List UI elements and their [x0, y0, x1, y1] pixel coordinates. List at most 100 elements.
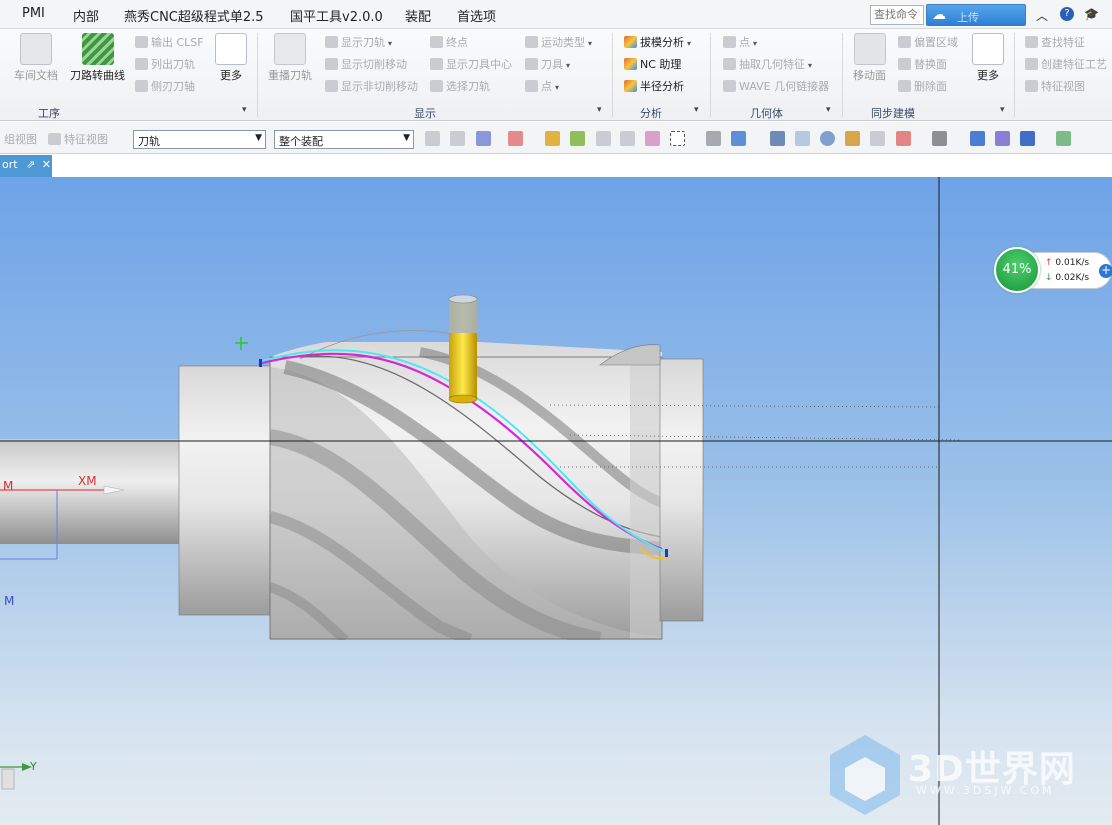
group-sync-label: 同步建模 [871, 107, 915, 120]
lathe-doc-label: 车间文档 [14, 69, 58, 82]
axis-label-xm: XM [78, 474, 97, 488]
memory-gauge[interactable]: 41% [994, 247, 1040, 293]
nc-assistant-icon [624, 58, 637, 70]
show-tool-center-button[interactable]: 显示刀具中心 [430, 56, 512, 72]
collapse-ribbon-icon[interactable]: ︿ [1036, 7, 1048, 24]
feature-view-button[interactable]: 特征视图 [1025, 78, 1085, 94]
radius-analysis-button[interactable]: 半径分析 [624, 78, 684, 94]
point-plus-icon [723, 36, 736, 48]
delete-face-button[interactable]: 删除面 [898, 78, 947, 94]
view-iso-icon[interactable] [970, 131, 985, 146]
rotate-icon[interactable] [820, 131, 835, 146]
sync-more-label: 更多 [977, 69, 999, 82]
group-display-caret-icon[interactable]: ▾ [597, 105, 602, 115]
show-cut-moves-button[interactable]: 显示切削移动 [325, 56, 407, 72]
create-feature-icon [1025, 58, 1038, 70]
snap-tangent-icon[interactable] [620, 131, 635, 146]
menu-assembly[interactable]: 装配 [405, 6, 431, 25]
point-icon [525, 80, 538, 92]
process-more-button[interactable]: 更多 [215, 29, 247, 83]
move-face-button[interactable]: 移动面 [853, 29, 886, 83]
sync-more-button[interactable]: 更多 [972, 29, 1004, 83]
close-icon[interactable]: ✕ [42, 158, 51, 171]
tool-button[interactable]: 刀具 ▾ [525, 56, 570, 72]
snap-quadrant-icon[interactable] [570, 131, 585, 146]
replace-face-button[interactable]: 替换面 [898, 56, 947, 72]
toolpath-to-curve-button[interactable]: 刀路转曲线 [70, 29, 125, 83]
replay-toolpath-button[interactable]: 重播刀轨 [268, 29, 312, 83]
select-toolpath-button[interactable]: 选择刀轨 [430, 78, 490, 94]
snap-point-icon[interactable] [450, 131, 465, 146]
detach-icon[interactable]: ⇗ [26, 158, 35, 171]
render-style-icon[interactable] [896, 131, 911, 146]
geometry-point-button[interactable]: 点 ▾ [723, 34, 757, 50]
rect-select-icon[interactable] [670, 131, 685, 146]
view-wire-icon[interactable] [995, 131, 1010, 146]
display-point-button[interactable]: 点 ▾ [525, 78, 559, 94]
menu-preferences[interactable]: 首选项 [457, 6, 496, 25]
offset-region-button[interactable]: 偏置区域 [898, 34, 958, 50]
perspective-icon[interactable] [870, 131, 885, 146]
find-feature-icon [1025, 36, 1038, 48]
group-process-caret-icon[interactable]: ▾ [242, 105, 247, 115]
ribbon-divider [257, 33, 258, 117]
help-icon[interactable]: ? [1060, 7, 1074, 21]
axis-label-m1: M [3, 479, 14, 493]
draft-analysis-button[interactable]: 拔模分析 ▾ [624, 34, 691, 50]
feature-view-tb-button[interactable]: 特征视图 [48, 131, 108, 147]
selection-scope-select[interactable]: 整个装配 ▼ [274, 130, 414, 149]
snap-face-icon[interactable] [645, 131, 660, 146]
pan-icon[interactable] [845, 131, 860, 146]
watermark-logo-icon [830, 735, 900, 815]
group-geometry-caret-icon[interactable]: ▾ [826, 105, 831, 115]
left-hub [178, 365, 272, 616]
type-filter-select[interactable]: 刀轨 ▼ [133, 130, 266, 149]
nc-assistant-button[interactable]: NC 助理 [624, 56, 681, 72]
wave-linker-button[interactable]: WAVE 几何链接器 [723, 78, 829, 94]
endpoint-button[interactable]: 终点 [430, 34, 468, 50]
menu-yanxiu-cnc[interactable]: 燕秀CNC超级程式单2.5 [124, 6, 264, 25]
select-box-icon[interactable] [508, 131, 523, 146]
view-shaded-icon[interactable] [1020, 131, 1035, 146]
filter-icon[interactable] [476, 131, 491, 146]
snap-icon[interactable] [425, 131, 440, 146]
download-speed: ↓ 0.02K/s [1045, 273, 1090, 283]
menu-pmi[interactable]: PMI [22, 6, 45, 21]
edit-section-icon[interactable] [932, 131, 947, 146]
group-sync-caret-icon[interactable]: ▾ [1000, 105, 1005, 115]
create-feature-button[interactable]: 创建特征工艺 [1025, 56, 1107, 72]
layer-icon[interactable] [1056, 131, 1071, 146]
motion-type-button[interactable]: 运动类型 ▾ [525, 34, 592, 50]
extract-feature-button[interactable]: 抽取几何特征 ▾ [723, 56, 812, 72]
menu-guoping-tools[interactable]: 国平工具v2.0.0 [290, 6, 383, 25]
show-noncut-moves-button[interactable]: 显示非切削移动 [325, 78, 418, 94]
graduation-cap-icon[interactable]: 🎓 [1084, 7, 1099, 21]
snap-center-icon[interactable] [545, 131, 560, 146]
menu-internal[interactable]: 内部 [73, 6, 99, 25]
side-edge-axis-button[interactable]: 侧刃刀轴 [135, 78, 195, 94]
lathe-doc-button[interactable]: 车间文档 [14, 29, 58, 83]
plus-icon[interactable]: + [1099, 264, 1112, 278]
fit-view-icon[interactable] [770, 131, 785, 146]
command-search-input[interactable] [870, 5, 924, 25]
graphics-viewport[interactable]: XM M M Y ↑ 0.01K/s ↓ 0.02K/s + 41% 3D世界网… [0, 177, 1112, 825]
find-feature-button[interactable]: 查找特征 [1025, 34, 1085, 50]
draft-analysis-icon [624, 36, 637, 48]
eraser-icon[interactable] [706, 131, 721, 146]
output-clsf-button[interactable]: 输出 CLSF [135, 34, 204, 50]
axis-label-y: Y [30, 760, 37, 773]
list-toolpath-button[interactable]: 列出刀轨 [135, 56, 195, 72]
chevron-down-icon: ▼ [255, 133, 262, 143]
cube-icon[interactable] [731, 131, 746, 146]
offset-region-icon [898, 36, 911, 48]
cloud-upload-button[interactable]: ☁ 上传 [926, 4, 1026, 26]
assembly-view-button[interactable]: 组视图 [4, 131, 37, 147]
snap-intersect-icon[interactable] [596, 131, 611, 146]
group-process-label: 工序 [38, 107, 60, 120]
zoom-icon[interactable] [795, 131, 810, 146]
upload-speed: ↑ 0.01K/s [1045, 258, 1090, 268]
tab-part[interactable]: ort ⇗ ✕ [0, 155, 52, 177]
show-toolpath-button[interactable]: 显示刀轨 ▾ [325, 34, 392, 50]
origin-marker [235, 337, 248, 350]
group-analysis-caret-icon[interactable]: ▾ [694, 105, 699, 115]
